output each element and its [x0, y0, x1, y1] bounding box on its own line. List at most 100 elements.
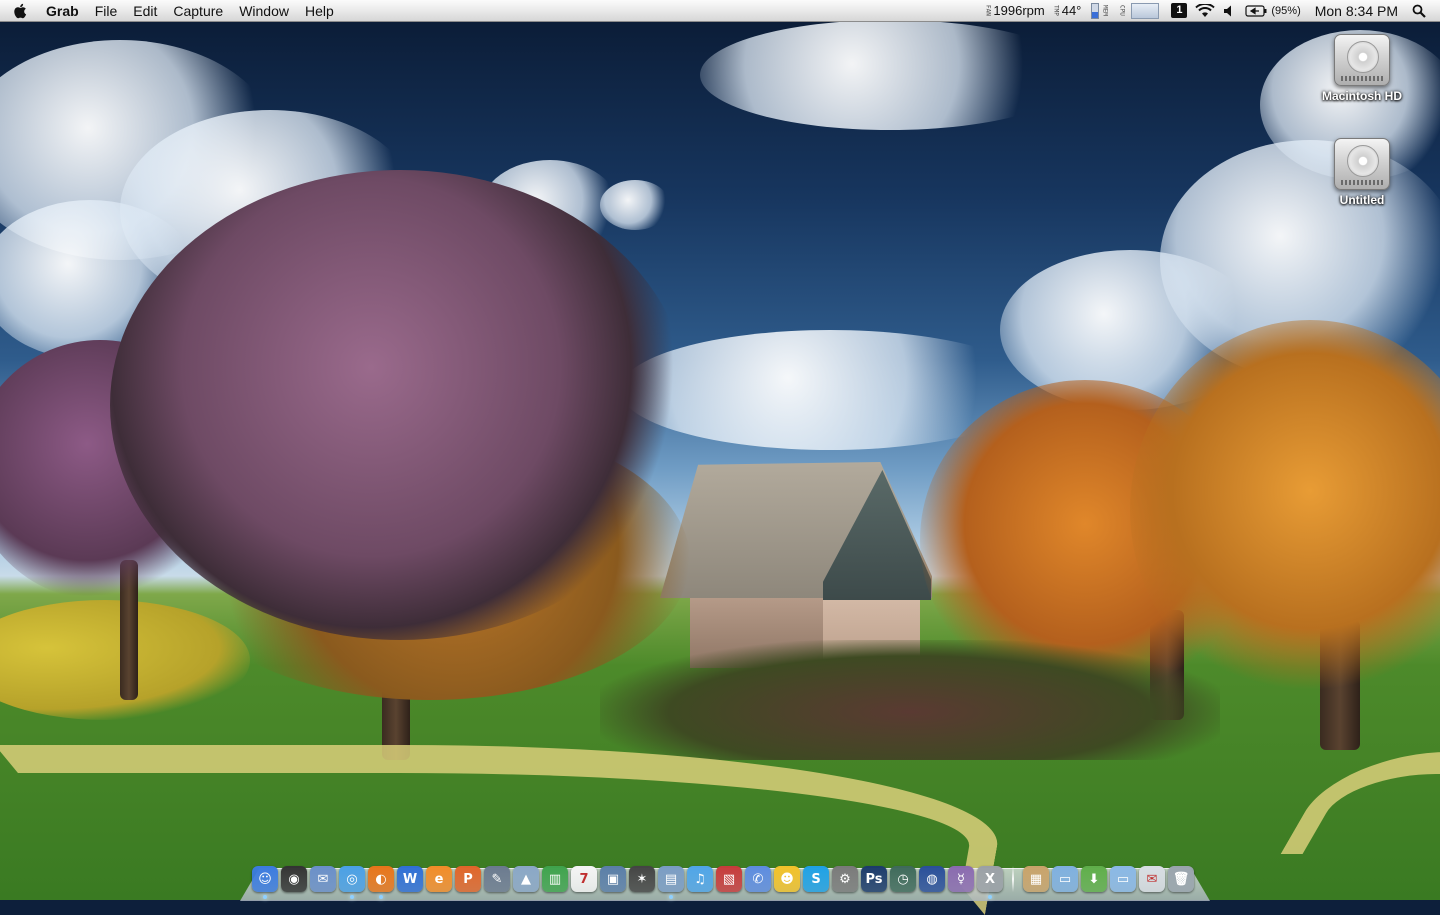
firefox-icon[interactable]: ◐ [368, 866, 394, 899]
clock-extra[interactable]: Mon 8:34 PM [1305, 0, 1408, 22]
desktop-wallpaper [0, 0, 1440, 915]
adium-icon[interactable]: ☻ [774, 866, 800, 892]
ichat-glyph: ✆ [752, 871, 764, 887]
bush [600, 640, 1220, 760]
powerpoint-icon[interactable]: P [455, 866, 481, 892]
numbers-glyph: ▥ [548, 871, 562, 887]
script-editor-icon[interactable]: ✎ [484, 866, 510, 892]
x11-icon[interactable]: X [977, 866, 1003, 899]
battery-percentage: (95%) [1271, 4, 1301, 17]
folder-icon[interactable]: ▭ [1110, 866, 1136, 892]
running-indicator [669, 895, 673, 899]
preview-icon[interactable]: ▤ [658, 866, 684, 899]
x11-glyph: X [984, 871, 996, 887]
spaces-icon: 1 [1171, 3, 1188, 18]
desktop-icon-macintosh-hd[interactable]: Macintosh HD [1307, 34, 1417, 103]
powerpoint-glyph: P [463, 871, 473, 887]
apple-icon [14, 3, 27, 18]
time-machine-icon[interactable]: ◷ [890, 866, 916, 892]
menu-capture[interactable]: Capture [165, 0, 231, 22]
dock: ☺ ◉ ✉ ◎ ◐ We P ✎ ▲ ▥ 7 ▣ ✶ ▤ ♫ ▧ ✆ ☻ S ⚙ Ps ◷ ◍ ☿ X ▦ ▭ ⬇ ▭ ✉ 🗑 [252, 860, 1194, 899]
iphoto-glyph: ▣ [606, 871, 620, 887]
documents-stack-icon[interactable]: ▦ [1023, 866, 1049, 892]
menu-window[interactable]: Window [231, 0, 297, 22]
ical-icon[interactable]: 7 [571, 866, 597, 892]
ichat-icon[interactable]: ✆ [745, 866, 771, 892]
time-machine-glyph: ◷ [897, 871, 909, 887]
menu-edit[interactable]: Edit [125, 0, 165, 22]
menu-file[interactable]: File [87, 0, 126, 22]
firefox-glyph: ◐ [375, 871, 387, 887]
documents-stack-glyph: ▦ [1029, 871, 1043, 887]
memory-meter [1091, 2, 1100, 19]
spaces-extra[interactable]: 1 [1167, 0, 1191, 22]
folder-stack-icon[interactable]: ▭ [1052, 866, 1078, 892]
entourage-icon[interactable]: e [426, 866, 452, 892]
wifi-extra[interactable] [1191, 0, 1219, 22]
app-menu-grab[interactable]: Grab [40, 0, 87, 22]
menu-help[interactable]: Help [297, 0, 342, 22]
gender-app-icon[interactable]: ☿ [948, 866, 974, 892]
network-globe-glyph: ◍ [926, 871, 938, 887]
apple-menu[interactable] [0, 0, 40, 22]
trash-glyph: 🗑 [1172, 871, 1190, 887]
dashboard-icon[interactable]: ◉ [281, 866, 307, 892]
cpu-extra[interactable]: CPU [1114, 0, 1167, 22]
system-preferences-icon[interactable]: ⚙ [832, 866, 858, 892]
entourage-glyph: e [434, 871, 444, 887]
spotlight-extra[interactable] [1408, 0, 1430, 22]
running-indicator [379, 895, 383, 899]
aperture-icon[interactable]: ✶ [629, 866, 655, 892]
running-indicator [350, 895, 354, 899]
script-editor-glyph: ✎ [491, 871, 503, 887]
ical-glyph: 7 [579, 871, 589, 887]
fan-speed-extra[interactable]: FAN 1996rpm [980, 0, 1048, 22]
cloud [700, 20, 1080, 130]
itunes-icon[interactable]: ♫ [687, 866, 713, 892]
numbers-icon[interactable]: ▥ [542, 866, 568, 892]
iphoto-icon[interactable]: ▣ [600, 866, 626, 892]
safari-glyph: ◎ [346, 871, 358, 887]
cloud [600, 180, 670, 230]
network-globe-icon[interactable]: ◍ [919, 866, 945, 892]
adium-glyph: ☻ [780, 871, 794, 887]
downloads-stack-glyph: ⬇ [1088, 871, 1100, 887]
temperature-extra[interactable]: TMP 44° [1049, 0, 1086, 22]
keynote-icon[interactable]: ▲ [513, 866, 539, 892]
memory-label: MEM [1101, 5, 1109, 16]
skype-icon[interactable]: S [803, 866, 829, 892]
itunes-glyph: ♫ [694, 871, 706, 887]
mail-icon[interactable]: ✉ [310, 866, 336, 892]
dashboard-glyph: ◉ [288, 871, 300, 887]
battery-extra[interactable]: (95%) [1241, 0, 1304, 22]
parallels-icon[interactable]: ▧ [716, 866, 742, 892]
temperature-value: 44° [1061, 3, 1082, 18]
finder-icon[interactable]: ☺ [252, 866, 278, 899]
speaker-icon [1224, 5, 1232, 16]
menu-extras: FAN 1996rpm TMP 44° MEM CPU 1 (95%) Mon … [980, 0, 1440, 22]
volume-extra[interactable] [1219, 0, 1241, 22]
cpu-label: CPU [1118, 5, 1126, 16]
photoshop-icon[interactable]: Ps [861, 866, 887, 892]
desktop-icon-label: Macintosh HD [1321, 89, 1402, 103]
desktop-icon-untitled[interactable]: Untitled [1307, 138, 1417, 207]
spotlight-search-icon [1412, 4, 1426, 18]
preview-glyph: ▤ [664, 871, 678, 887]
hard-drive-icon [1334, 34, 1390, 86]
aperture-glyph: ✶ [636, 871, 648, 887]
finder-glyph: ☺ [258, 871, 272, 887]
fan-speed-value: 1996rpm [993, 3, 1045, 18]
word-icon[interactable]: W [397, 866, 423, 892]
trash-icon[interactable]: 🗑 [1168, 866, 1194, 892]
downloads-stack-icon[interactable]: ⬇ [1081, 866, 1107, 892]
running-indicator [988, 895, 992, 899]
running-indicator [263, 895, 267, 899]
safari-icon[interactable]: ◎ [339, 866, 365, 899]
parallels-glyph: ▧ [722, 871, 736, 887]
mail-drop-icon[interactable]: ✉ [1139, 866, 1165, 892]
wifi-icon [1195, 3, 1216, 17]
mail-glyph: ✉ [317, 871, 329, 887]
dock-separator [1012, 866, 1014, 892]
memory-extra[interactable]: MEM [1085, 0, 1114, 22]
desktop-icon-label: Untitled [1339, 193, 1385, 207]
